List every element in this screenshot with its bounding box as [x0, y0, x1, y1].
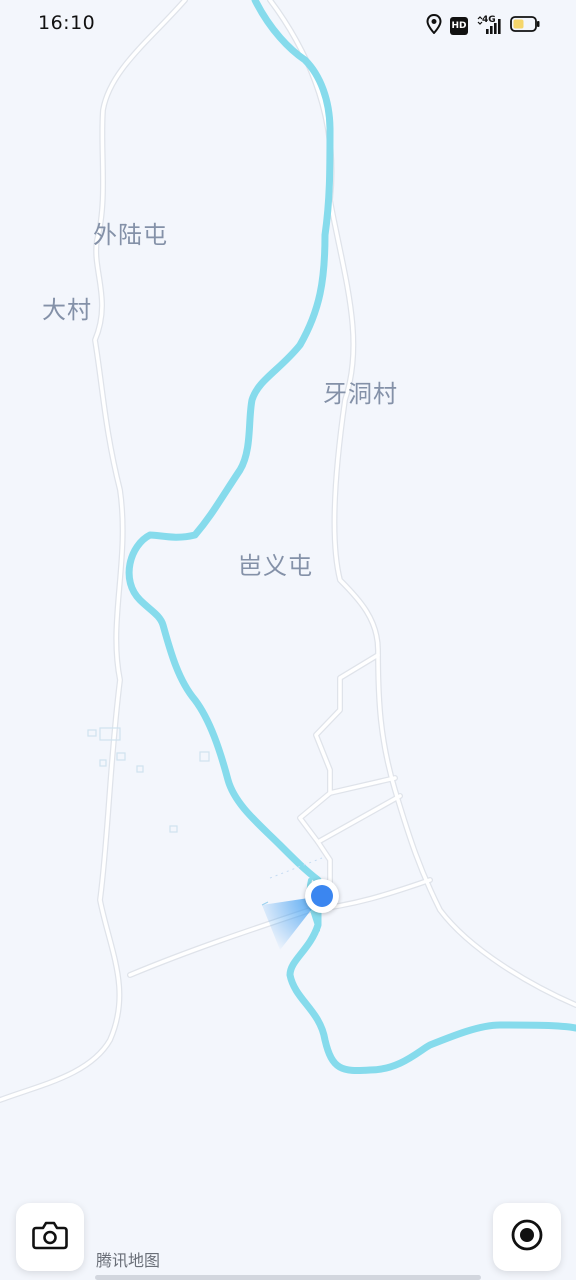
current-location-marker	[305, 879, 339, 913]
home-indicator[interactable]	[95, 1275, 481, 1280]
map-attribution: 腾讯地图	[96, 1251, 161, 1270]
status-bar: 16:10 HD 4G	[0, 0, 576, 50]
map-screen: 外陆屯 大村 牙洞村 岜义屯 16:10 HD 4G 腾讯地图	[0, 0, 576, 1280]
locate-icon	[510, 1218, 544, 1256]
place-label-wailutun[interactable]: 外陆屯	[93, 215, 168, 250]
hd-icon: HD	[450, 17, 468, 35]
place-label-bayitun[interactable]: 岜义屯	[238, 546, 313, 581]
camera-icon	[32, 1220, 68, 1254]
camera-button[interactable]	[16, 1203, 84, 1271]
location-dot	[311, 885, 333, 907]
locate-button[interactable]	[493, 1203, 561, 1271]
river	[125, 0, 576, 1074]
location-icon	[426, 13, 442, 38]
place-label-dacun[interactable]: 大村	[42, 290, 92, 325]
map-canvas[interactable]	[0, 0, 576, 1280]
signal-icon: 4G	[476, 15, 502, 36]
status-icons: HD 4G	[426, 13, 540, 38]
battery-icon	[510, 15, 540, 37]
status-time: 16:10	[38, 12, 96, 34]
place-label-yadongcun[interactable]: 牙洞村	[323, 374, 398, 409]
